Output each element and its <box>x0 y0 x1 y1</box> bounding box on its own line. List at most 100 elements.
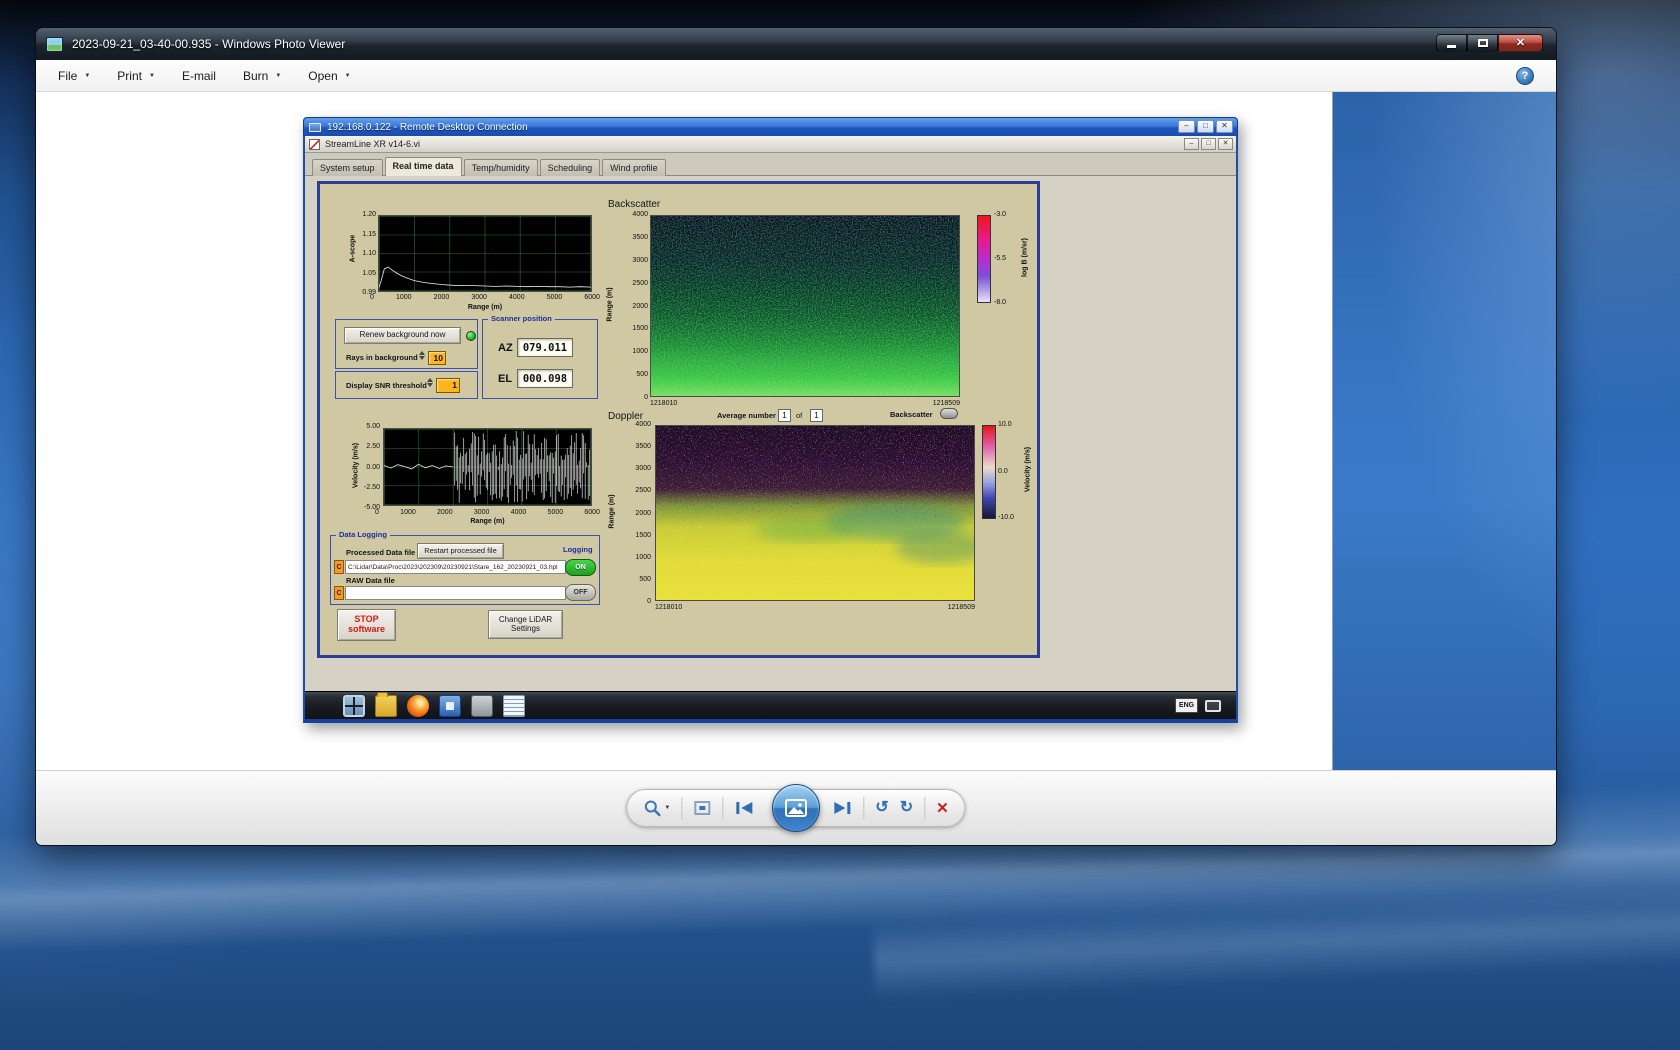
snr-threshold-group: Display SNR threshold 1 <box>335 371 478 399</box>
menu-open[interactable]: Open▼ <box>308 69 350 83</box>
firefox-icon[interactable] <box>407 695 429 717</box>
remote-taskbar: ENG <box>305 691 1236 719</box>
change-lidar-settings-button[interactable]: Change LiDAR Settings <box>488 610 563 639</box>
menu-label: E-mail <box>182 69 216 83</box>
doppler-colorbar <box>982 425 996 519</box>
az-value-field[interactable]: 079.011 <box>517 338 573 357</box>
help-button[interactable]: ? <box>1516 67 1534 85</box>
rays-in-background-label: Rays in background <box>346 354 418 362</box>
scanner-position-group: Scanner position AZ 079.011 EL 000.098 <box>482 319 598 399</box>
renew-background-button[interactable]: Renew background now <box>344 327 461 344</box>
tab-temp-humidity[interactable]: Temp/humidity <box>464 159 538 176</box>
tab-wind-profile[interactable]: Wind profile <box>602 159 666 176</box>
tab-scheduling[interactable]: Scheduling <box>540 159 601 176</box>
desktop: 2023-09-21_03-40-00.935 - Windows Photo … <box>0 0 1680 1050</box>
minimize-icon: – <box>1184 121 1188 130</box>
backscatter-plot <box>650 215 960 397</box>
velocity-y-ticks: 5.002.500.00-2.50-5.00 <box>348 423 380 511</box>
data-logging-title: Data Logging <box>336 531 390 539</box>
menu-email[interactable]: E-mail <box>182 69 216 83</box>
chevron-down-icon: ▼ <box>664 805 670 811</box>
display-snr-field[interactable]: 1 <box>436 378 460 393</box>
backscatter-section-label: Backscatter <box>608 199 660 210</box>
menu-print[interactable]: Print▼ <box>117 69 155 83</box>
notepad-icon[interactable] <box>503 695 525 717</box>
maximize-button[interactable] <box>1467 34 1498 52</box>
backscatter-toggle[interactable] <box>940 408 958 419</box>
close-icon: ✕ <box>1516 38 1525 49</box>
average-of-label: of <box>796 412 802 420</box>
rdp-title-bar[interactable]: 192.168.0.122 - Remote Desktop Connectio… <box>303 117 1238 136</box>
raw-logging-toggle[interactable]: OFF <box>565 584 596 601</box>
rotate-cw-button[interactable]: ↻ <box>900 800 913 816</box>
delete-icon: ✕ <box>936 801 949 816</box>
tab-system-setup[interactable]: System setup <box>312 159 383 176</box>
stop-software-button[interactable]: STOP software <box>337 609 396 641</box>
path-type-icon[interactable]: C <box>334 586 344 600</box>
title-bar[interactable]: 2023-09-21_03-40-00.935 - Windows Photo … <box>36 28 1556 60</box>
actual-size-icon <box>693 799 711 817</box>
rdp-maximize-button[interactable]: □ <box>1197 120 1214 133</box>
real-time-data-panel: A-scope 1.201.151.101.050.99 01000200030… <box>317 181 1040 658</box>
system-tool-icon[interactable] <box>471 695 493 717</box>
tab-real-time-data[interactable]: Real time data <box>385 157 462 176</box>
rdp-title: 192.168.0.122 - Remote Desktop Connectio… <box>327 122 528 133</box>
menu-burn[interactable]: Burn▼ <box>243 69 281 83</box>
vi-restore-button[interactable]: □ <box>1201 138 1216 150</box>
vi-close-button[interactable]: ✕ <box>1218 138 1233 150</box>
rdp-minimize-button[interactable]: – <box>1178 120 1195 133</box>
a-scope-x-axis-label: Range (m) <box>378 304 592 311</box>
snr-spinner[interactable] <box>427 378 433 387</box>
toolbar-divider <box>722 797 723 819</box>
menu-label: Open <box>308 69 337 83</box>
path-type-icon[interactable]: C <box>334 560 344 574</box>
menu-bar: File▼ Print▼ E-mail Burn▼ Open▼ ? <box>36 60 1556 92</box>
backscatter-y-axis-label: Range (m) <box>607 265 614 345</box>
folder-icon[interactable] <box>375 695 397 717</box>
tray-monitor-icon[interactable] <box>1205 700 1221 712</box>
magnifier-icon <box>643 799 661 817</box>
streamline-title-bar[interactable]: StreamLine XR v14-6.vi – □ ✕ <box>305 136 1236 153</box>
display-snr-label: Display SNR threshold <box>346 382 427 390</box>
actual-size-button[interactable] <box>693 799 711 817</box>
previous-icon <box>734 800 754 816</box>
a-scope-y-ticks: 1.201.151.101.050.99 <box>348 211 376 296</box>
processed-logging-toggle[interactable]: ON <box>565 559 596 576</box>
menu-label: Print <box>117 69 142 83</box>
next-button[interactable] <box>832 800 852 816</box>
menu-file[interactable]: File▼ <box>58 69 90 83</box>
rays-in-background-field[interactable]: 10 <box>428 351 446 365</box>
previous-button[interactable] <box>734 800 754 816</box>
close-button[interactable]: ✕ <box>1498 34 1543 52</box>
doppler-colorbar-label: Velocity (m/s) <box>1025 430 1032 510</box>
delete-button[interactable]: ✕ <box>936 801 949 816</box>
background-controls-group: Renew background now Rays in background … <box>335 319 478 369</box>
el-value-field[interactable]: 000.098 <box>517 369 573 388</box>
data-logging-group: Data Logging Processed Data file Restart… <box>330 535 600 605</box>
play-slideshow-button[interactable] <box>772 784 820 832</box>
raw-path-field[interactable] <box>345 586 566 600</box>
remote-app-icon[interactable] <box>439 695 461 717</box>
rays-spinner[interactable] <box>419 351 425 360</box>
toolbar-divider <box>863 797 864 819</box>
restart-processed-file-button[interactable]: Restart processed file <box>417 543 504 559</box>
start-icon[interactable] <box>343 695 365 717</box>
velocity-x-ticks: 0100020003000400050006000 <box>375 509 600 516</box>
doppler-x-ticks: 12180101218509 <box>655 604 975 611</box>
language-indicator[interactable]: ENG <box>1175 698 1198 713</box>
chevron-down-icon: ▼ <box>275 73 281 79</box>
streamline-window: StreamLine XR v14-6.vi – □ ✕ System setu… <box>305 136 1236 691</box>
average-number-field[interactable]: 1 <box>778 409 791 422</box>
average-of-field[interactable]: 1 <box>810 409 823 422</box>
rdp-close-button[interactable]: ✕ <box>1216 120 1233 133</box>
rotate-ccw-button[interactable]: ↺ <box>875 800 888 816</box>
vi-minimize-button[interactable]: – <box>1184 138 1199 150</box>
zoom-button[interactable]: ▼ <box>643 799 670 817</box>
maximize-icon <box>1478 39 1488 47</box>
doppler-plot <box>655 425 975 601</box>
minimize-button[interactable] <box>1436 34 1467 52</box>
viewer-toolbar: ▼ ↺ ↻ ✕ <box>36 770 1556 845</box>
processed-path-field[interactable]: C:\Lidar\Data\Proc\2023\202309\20230921\… <box>345 560 566 574</box>
change-settings-line2: Settings <box>511 625 540 634</box>
doppler-heatmap-image <box>656 426 974 600</box>
